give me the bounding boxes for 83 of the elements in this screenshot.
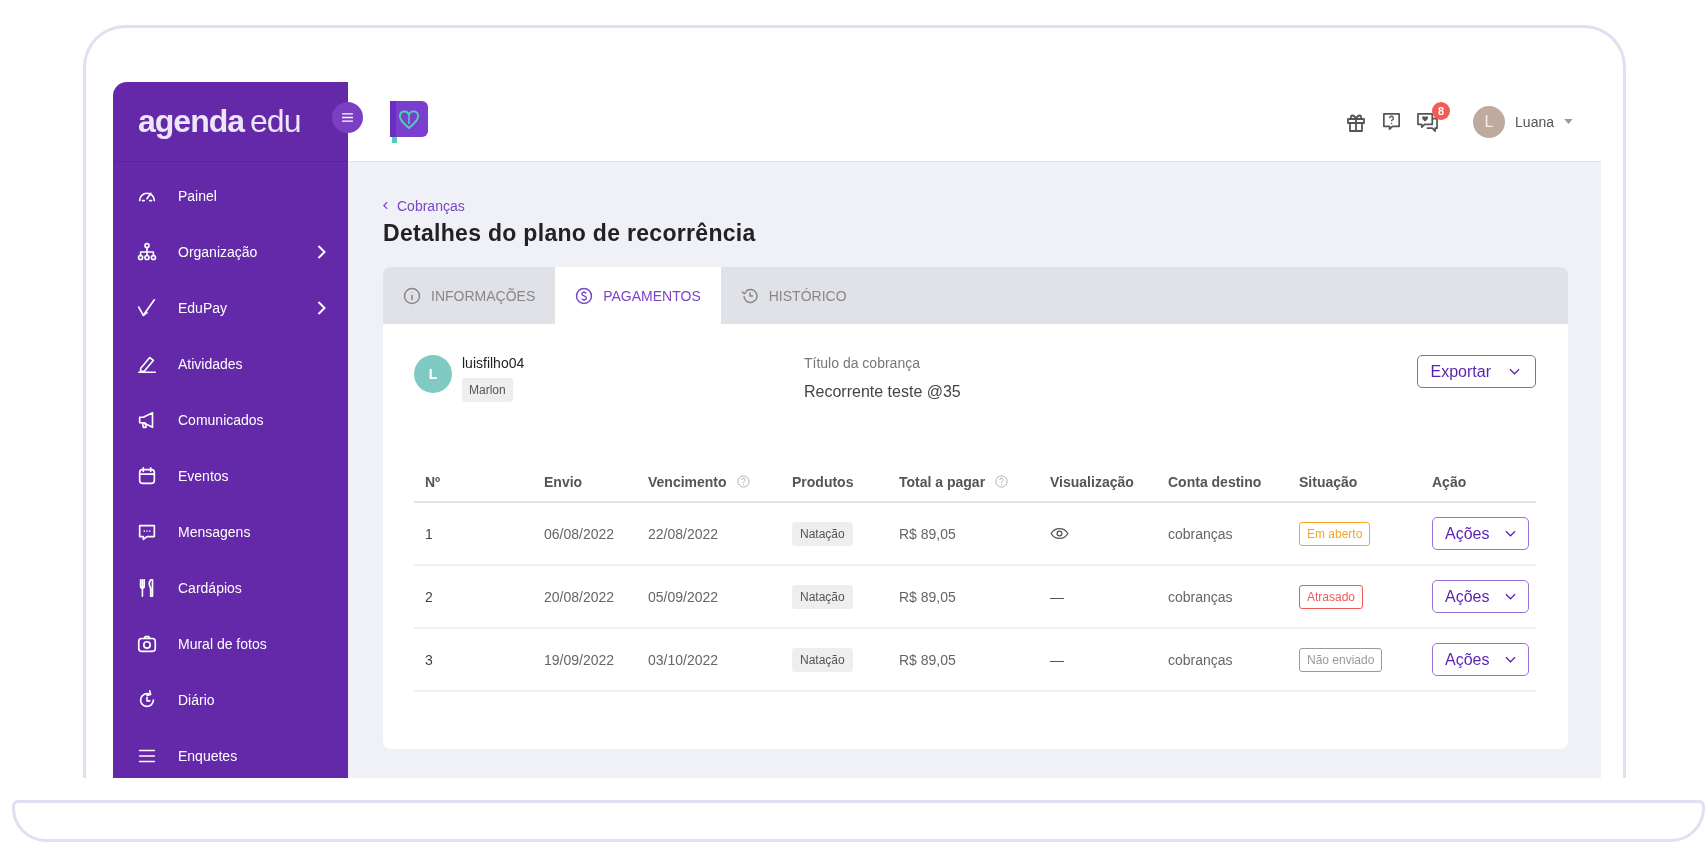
sidebar-item[interactable]: Painel	[113, 168, 348, 224]
table-cell: cobranças	[1157, 503, 1288, 566]
menu-icon	[342, 113, 353, 122]
student-avatar: L	[414, 355, 452, 393]
sidebar-item[interactable]: Enquetes	[113, 728, 348, 778]
table-cell: 06/08/2022	[533, 503, 637, 566]
notification-badge: 8	[1432, 102, 1451, 120]
table-cell: 22/08/2022	[637, 503, 781, 566]
sidebar-item[interactable]: Organização	[113, 224, 348, 280]
product-tag: Natação	[792, 647, 853, 672]
status-badge: Atrasado	[1299, 584, 1364, 609]
user-avatar: L	[1473, 105, 1506, 138]
column-header: Nº	[425, 473, 441, 490]
book-heart-icon	[390, 100, 428, 143]
table-cell: cobranças	[1157, 566, 1288, 629]
user-name[interactable]: Luana	[1515, 113, 1554, 130]
table-cell: 05/09/2022	[637, 566, 781, 629]
logo-text: edu	[250, 103, 301, 140]
sidebar-item[interactable]: Eventos	[113, 448, 348, 504]
column-header: Vencimento	[648, 473, 727, 490]
info-icon	[403, 286, 421, 305]
column-header: Conta destino	[1168, 473, 1262, 490]
page-title: Detalhes do plano de recorrência	[383, 220, 757, 247]
actions-button[interactable]: Ações	[1432, 517, 1530, 550]
table-cell: 19/09/2022	[533, 629, 637, 692]
student-username: luisfilho04	[462, 355, 525, 371]
table-cell: 2	[414, 566, 533, 629]
chevron-down-icon	[1505, 530, 1517, 537]
table-cell: 20/08/2022	[533, 566, 637, 629]
student-tag: Marlon	[462, 378, 513, 402]
sidebar-item[interactable]: EduPay	[113, 280, 348, 336]
chevron-left-icon	[383, 201, 388, 210]
table-cell: cobranças	[1157, 629, 1288, 692]
actions-button[interactable]: Ações	[1432, 643, 1530, 676]
sidebar-item[interactable]: Diário	[113, 672, 348, 728]
table-cell: R$ 89,05	[888, 566, 1039, 629]
product-tag: Natação	[792, 521, 853, 546]
chat-heart-icon[interactable]	[1416, 111, 1440, 132]
chevron-down-icon	[1505, 656, 1517, 663]
table-cell: —	[1039, 629, 1157, 692]
chevron-down-icon	[1505, 593, 1517, 600]
checkmark-icon	[136, 297, 158, 319]
tab[interactable]: PAGAMENTOS	[555, 267, 721, 324]
dollar-circle-icon	[575, 286, 594, 305]
column-header: Envio	[544, 473, 583, 490]
caret-down-icon	[1564, 119, 1573, 124]
sitemap-icon	[136, 241, 158, 263]
chevron-down-icon	[1509, 368, 1520, 375]
table-cell: R$ 89,05	[888, 629, 1039, 692]
history-icon	[740, 286, 759, 305]
column-header: Ação	[1432, 473, 1467, 490]
table-cell: 03/10/2022	[637, 629, 781, 692]
chevron-right-icon	[317, 245, 326, 259]
sidebar-item[interactable]: Mural de fotos	[113, 616, 348, 672]
field-value: Recorrente teste @35	[804, 383, 961, 401]
actions-button[interactable]: Ações	[1432, 580, 1530, 613]
column-header: Situação	[1299, 473, 1358, 490]
table-cell: 3	[414, 629, 533, 692]
eye-icon	[1050, 527, 1069, 540]
table-cell: R$ 89,05	[888, 503, 1039, 566]
table-cell: 1	[414, 503, 533, 566]
field-label: Título da cobrança	[804, 355, 921, 371]
breadcrumb-link[interactable]: Cobranças	[383, 197, 465, 214]
camera-icon	[136, 633, 158, 655]
column-header: Visualização	[1050, 473, 1134, 490]
product-tag: Natação	[792, 584, 853, 609]
sidebar-item[interactable]: Mensagens	[113, 504, 348, 560]
menu-toggle-button[interactable]	[332, 102, 363, 133]
logo-text: agenda	[138, 103, 245, 140]
calendar-icon	[136, 465, 158, 487]
sidebar-item[interactable]: Comunicados	[113, 392, 348, 448]
status-badge: Em aberto	[1299, 521, 1371, 546]
export-button[interactable]: Exportar	[1416, 355, 1536, 388]
question-bubble-icon[interactable]	[1381, 111, 1403, 132]
column-header: Total a pagar	[899, 473, 986, 490]
column-header: Produtos	[792, 473, 854, 490]
sidebar-item[interactable]: Atividades	[113, 336, 348, 392]
table-cell: —	[1039, 566, 1157, 629]
status-badge: Não enviado	[1299, 647, 1383, 672]
help-circle-icon	[736, 475, 750, 488]
help-circle-icon	[995, 475, 1009, 488]
chevron-right-icon	[317, 301, 326, 315]
sidebar-item[interactable]: Cardápios	[113, 560, 348, 616]
